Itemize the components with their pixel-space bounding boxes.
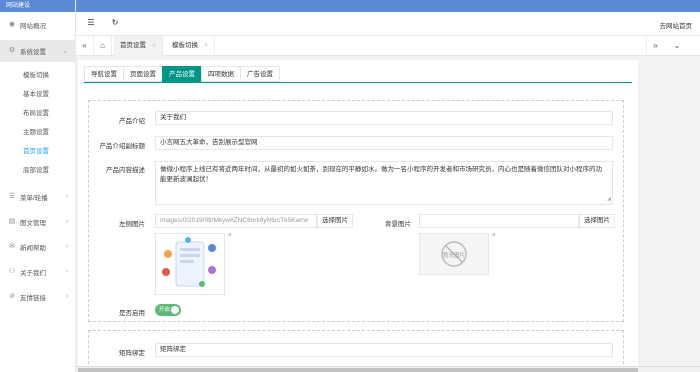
product-intro-label: 产品介绍 bbox=[119, 118, 145, 125]
subtab-four-data[interactable]: 四项数据 bbox=[201, 66, 240, 82]
sidebar-item-label: 友情链接 bbox=[20, 295, 46, 302]
toggle-knob bbox=[171, 306, 179, 314]
left-image-thumbnail: × bbox=[155, 232, 232, 295]
subtab-page[interactable]: 页面设置 bbox=[123, 66, 162, 82]
enabled-toggle[interactable]: 开启 bbox=[155, 304, 181, 316]
sidebar-item-label: 菜单/轮播 bbox=[20, 195, 48, 202]
refresh-icon[interactable]: ↻ bbox=[110, 18, 120, 28]
eye-icon: ◉ bbox=[8, 21, 16, 28]
document-icon: ▤ bbox=[8, 218, 16, 225]
scrollbar-thumb[interactable] bbox=[78, 368, 638, 372]
sidebar-item-overview[interactable]: ◉ 网站概况 bbox=[0, 14, 76, 36]
chevron-down-icon: ⌄ bbox=[62, 48, 68, 55]
toggle-label: 开启 bbox=[159, 307, 171, 313]
tab-label: 首页设置 bbox=[120, 42, 146, 49]
sidebar-item-links[interactable]: ⊘ 友情链接 › bbox=[0, 286, 76, 308]
chevron-right-icon: › bbox=[66, 219, 68, 225]
left-image-path-input[interactable]: images/0/2019/09/Mkyw6ZNC6nrk9yN6rcTk5Kw… bbox=[155, 214, 317, 228]
sidebar-subitem-layout[interactable]: 布局设置 bbox=[0, 105, 76, 123]
sidebar-item-label: 关于我们 bbox=[20, 270, 46, 277]
settings-subtabs: 导航设置 页面设置 产品设置 四项数据 广告设置 bbox=[84, 66, 280, 82]
subtab-underline bbox=[84, 82, 632, 83]
product-desc-textarea[interactable]: 做微小程序上线已有将近两年时间，从最初的如火如荼，到现在的平静如水。做为一名小程… bbox=[155, 161, 613, 205]
subtab-nav[interactable]: 导航设置 bbox=[84, 66, 123, 82]
chevron-right-icon: › bbox=[66, 294, 68, 300]
no-image-text: 暂无图片 bbox=[442, 253, 465, 259]
tab-homepage-settings[interactable]: 首页设置 × bbox=[114, 36, 163, 56]
scroll-right-icon[interactable]: » bbox=[646, 36, 664, 56]
matrix-label: 矩阵绑定 bbox=[119, 350, 145, 357]
product-desc-label: 产品内容描述 bbox=[106, 167, 145, 174]
chevron-down-icon[interactable]: ⌄ bbox=[668, 36, 686, 56]
chevron-right-icon: › bbox=[66, 194, 68, 200]
product-illustration bbox=[162, 237, 216, 287]
user-group-icon: ⚇ bbox=[8, 268, 16, 275]
close-icon[interactable]: × bbox=[204, 42, 208, 49]
sidebar-subitem-template[interactable]: 模板切换 bbox=[0, 67, 76, 85]
sidebar-subitem-footer[interactable]: 底部设置 bbox=[0, 162, 76, 180]
product-intro-input[interactable]: 关于我们 bbox=[155, 111, 613, 125]
close-icon[interactable]: × bbox=[492, 232, 496, 239]
collapse-menu-icon[interactable]: ☰ bbox=[86, 18, 96, 28]
left-image-pick-button[interactable]: 选择图片 bbox=[317, 214, 353, 228]
product-desc-text: 做微小程序上线已有将近两年时间，从最初的如火如荼，到现在的平静如水。做为一名小程… bbox=[160, 166, 602, 183]
left-image-label: 左侧图片 bbox=[119, 221, 145, 228]
product-subtitle-input[interactable]: 小言网五大革命，告别展示型官网 bbox=[155, 136, 613, 150]
sidebar-item-articles[interactable]: ▤ 图文管理 › bbox=[0, 211, 76, 233]
product-settings-group: 产品介绍 关于我们 产品介绍副标题 小言网五大革命，告别展示型官网 产品内容描述… bbox=[88, 100, 624, 322]
bg-image-pick-button[interactable]: 选择图片 bbox=[579, 214, 615, 228]
chat-icon: ✉ bbox=[9, 243, 15, 250]
gear-icon: ⚙ bbox=[8, 47, 16, 54]
sidebar-item-menu-carousel[interactable]: ☰ 菜单/轮播 › bbox=[0, 186, 76, 208]
link-icon: ⊘ bbox=[9, 293, 15, 300]
close-icon[interactable]: × bbox=[152, 42, 156, 49]
menu-icon: ☰ bbox=[8, 193, 16, 200]
enabled-label: 是否启用 bbox=[119, 310, 145, 317]
toolbar: ☰ ↻ 去网站首页 bbox=[76, 12, 700, 36]
sidebar-item-about[interactable]: ⚇ 关于我们 › bbox=[0, 261, 76, 283]
product-subtitle-label: 产品介绍副标题 bbox=[99, 143, 146, 150]
sidebar-item-label: 系统设置 bbox=[20, 49, 46, 56]
go-home-link[interactable]: 去网站首页 bbox=[660, 20, 693, 30]
sidebar-item-label: 新闻帮助 bbox=[20, 245, 46, 252]
main-content: 导航设置 页面设置 产品设置 四项数据 广告设置 产品介绍 关于我们 产品介绍副… bbox=[78, 60, 638, 372]
subtab-ads[interactable]: 广告设置 bbox=[240, 66, 280, 82]
sidebar-subitem-basic[interactable]: 基本设置 bbox=[0, 86, 76, 104]
bg-image-path-input[interactable] bbox=[419, 214, 579, 228]
bg-image-label: 背景图片 bbox=[385, 221, 411, 228]
sidebar-subitem-theme[interactable]: 主题设置 bbox=[0, 124, 76, 142]
bg-image-placeholder: 暂无图片 × bbox=[419, 232, 496, 275]
page-tabs-bar: « ⌂ 首页设置 × 模板切换 × » ⌄ bbox=[76, 36, 700, 56]
sidebar-item-system-settings[interactable]: ⚙ 系统设置 ⌄ bbox=[0, 40, 76, 62]
matrix-input[interactable]: 矩阵绑定 bbox=[155, 343, 613, 357]
sidebar-item-news[interactable]: ✉ 新闻帮助 › bbox=[0, 236, 76, 258]
sidebar-item-label: 图文管理 bbox=[20, 220, 46, 227]
tab-label: 模板切换 bbox=[172, 42, 198, 49]
chevron-right-icon: › bbox=[66, 244, 68, 250]
sidebar-item-label: 网站概况 bbox=[20, 23, 46, 30]
sidebar: 网站建设 ◉ 网站概况 ⚙ 系统设置 ⌄ 模板切换 基本设置 布局设置 主题设置… bbox=[0, 0, 76, 372]
tab-template-switch[interactable]: 模板切换 × bbox=[166, 36, 215, 56]
scroll-left-icon[interactable]: « bbox=[76, 36, 94, 56]
home-icon[interactable]: ⌂ bbox=[94, 36, 112, 56]
app-title: 网站建设 bbox=[0, 0, 75, 12]
sidebar-subitem-homepage[interactable]: 首页设置 bbox=[0, 143, 76, 161]
horizontal-scrollbar[interactable] bbox=[76, 366, 700, 372]
chevron-right-icon: › bbox=[66, 269, 68, 275]
close-icon[interactable]: × bbox=[228, 232, 232, 239]
resize-handle-icon[interactable]: ◢ bbox=[607, 194, 611, 204]
top-bar bbox=[76, 0, 700, 12]
subtab-product[interactable]: 产品设置 bbox=[162, 66, 201, 82]
